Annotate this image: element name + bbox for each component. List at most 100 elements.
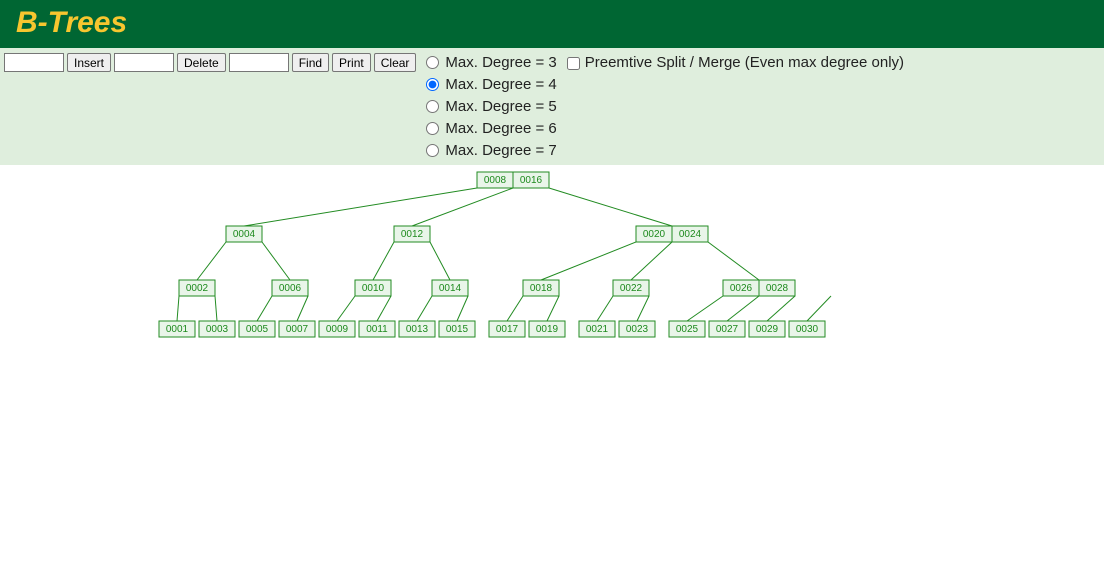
tree-node: 0022 xyxy=(613,280,649,296)
tree-edge xyxy=(541,242,636,280)
tree-node: 0012 xyxy=(394,226,430,242)
node-key: 0030 xyxy=(796,324,819,335)
node-key: 0026 xyxy=(730,283,753,294)
tree-edge xyxy=(430,242,450,280)
tree-node: 0007 xyxy=(279,321,315,337)
degree-radio-group: Max. Degree = 3Max. Degree = 4Max. Degre… xyxy=(424,52,556,161)
tree-edge xyxy=(373,242,394,280)
tree-node: 0017 xyxy=(489,321,525,337)
node-key: 0021 xyxy=(586,324,609,335)
tree-edge xyxy=(297,296,308,321)
tree-edge xyxy=(708,242,759,280)
tree-edge xyxy=(547,296,559,321)
degree-option-6[interactable]: Max. Degree = 6 xyxy=(424,118,556,139)
tree-node: 0023 xyxy=(619,321,655,337)
tree-edge xyxy=(197,242,226,280)
action-controls: Insert Delete Find Print Clear xyxy=(4,52,416,72)
degree-option-3[interactable]: Max. Degree = 3 xyxy=(424,52,556,73)
node-key: 0013 xyxy=(406,324,429,335)
node-key: 0005 xyxy=(246,324,269,335)
controls-bar: Insert Delete Find Print Clear Max. Degr… xyxy=(0,48,1104,165)
print-button[interactable]: Print xyxy=(332,53,371,72)
tree-edge xyxy=(727,296,759,321)
tree-edge xyxy=(244,188,477,226)
app-header: B-Trees xyxy=(0,0,1104,48)
tree-edge xyxy=(507,296,523,321)
node-key: 0008 xyxy=(484,175,507,186)
node-key: 0022 xyxy=(620,283,643,294)
node-key: 0020 xyxy=(643,229,666,240)
degree-option-7[interactable]: Max. Degree = 7 xyxy=(424,140,556,161)
node-key: 0017 xyxy=(496,324,519,335)
node-key: 0023 xyxy=(626,324,649,335)
page-title: B-Trees xyxy=(16,6,1088,40)
tree-edge xyxy=(377,296,391,321)
tree-edge xyxy=(687,296,723,321)
tree-node: 0006 xyxy=(272,280,308,296)
degree-radio-4[interactable] xyxy=(426,78,439,91)
node-key: 0018 xyxy=(530,283,553,294)
tree-node: 0020 0024 xyxy=(636,226,708,242)
preemptive-label-text: Preemtive Split / Merge (Even max degree… xyxy=(585,54,904,71)
delete-button[interactable]: Delete xyxy=(177,53,226,72)
tree-node: 0030 xyxy=(789,321,825,337)
node-key: 0011 xyxy=(366,324,388,335)
find-input[interactable] xyxy=(229,53,289,72)
node-key: 0006 xyxy=(279,283,302,294)
preemptive-checkbox-label[interactable]: Preemtive Split / Merge (Even max degree… xyxy=(563,52,904,73)
node-key: 0019 xyxy=(536,324,559,335)
degree-label: Max. Degree = 5 xyxy=(445,96,556,117)
node-key: 0024 xyxy=(679,229,702,240)
degree-radio-3[interactable] xyxy=(426,56,439,69)
degree-label: Max. Degree = 7 xyxy=(445,140,556,161)
node-key: 0004 xyxy=(233,229,256,240)
tree-edge xyxy=(337,296,355,321)
tree-node: 0026 0028 xyxy=(723,280,795,296)
node-key: 0003 xyxy=(206,324,229,335)
delete-input[interactable] xyxy=(114,53,174,72)
find-button[interactable]: Find xyxy=(292,53,329,72)
tree-edge xyxy=(215,296,217,321)
tree-node: 0010 xyxy=(355,280,391,296)
node-key: 0025 xyxy=(676,324,699,335)
degree-label: Max. Degree = 4 xyxy=(445,74,556,95)
clear-button[interactable]: Clear xyxy=(374,53,417,72)
degree-option-5[interactable]: Max. Degree = 5 xyxy=(424,96,556,117)
tree-edge xyxy=(807,296,831,321)
tree-edge xyxy=(631,242,672,280)
degree-radio-6[interactable] xyxy=(426,122,439,135)
degree-label: Max. Degree = 6 xyxy=(445,118,556,139)
insert-input[interactable] xyxy=(4,53,64,72)
tree-node: 0005 xyxy=(239,321,275,337)
tree-edge xyxy=(767,296,795,321)
node-key: 0009 xyxy=(326,324,349,335)
btree-svg: 0008 0016 0004 0012 0020 0024 0002 0006 0010 0014… xyxy=(0,165,1104,545)
node-key: 0016 xyxy=(520,175,543,186)
degree-option-4[interactable]: Max. Degree = 4 xyxy=(424,74,556,95)
tree-edge xyxy=(177,296,179,321)
degree-label: Max. Degree = 3 xyxy=(445,52,556,73)
node-key: 0027 xyxy=(716,324,739,335)
insert-button[interactable]: Insert xyxy=(67,53,111,72)
tree-edge xyxy=(597,296,613,321)
tree-node: 0008 0016 xyxy=(477,172,549,188)
tree-node: 0029 xyxy=(749,321,785,337)
tree-edge xyxy=(262,242,290,280)
node-key: 0015 xyxy=(446,324,469,335)
tree-edge xyxy=(412,188,513,226)
node-key: 0001 xyxy=(166,324,189,335)
node-key: 0014 xyxy=(439,283,462,294)
tree-node: 0027 xyxy=(709,321,745,337)
tree-node: 0025 xyxy=(669,321,705,337)
node-key: 0028 xyxy=(766,283,789,294)
tree-node: 0002 xyxy=(179,280,215,296)
preemptive-checkbox[interactable] xyxy=(567,57,580,70)
tree-node: 0015 xyxy=(439,321,475,337)
tree-edge xyxy=(417,296,432,321)
degree-radio-5[interactable] xyxy=(426,100,439,113)
tree-node: 0003 xyxy=(199,321,235,337)
node-key: 0010 xyxy=(362,283,385,294)
tree-node: 0019 xyxy=(529,321,565,337)
degree-radio-7[interactable] xyxy=(426,144,439,157)
tree-node: 0001 xyxy=(159,321,195,337)
